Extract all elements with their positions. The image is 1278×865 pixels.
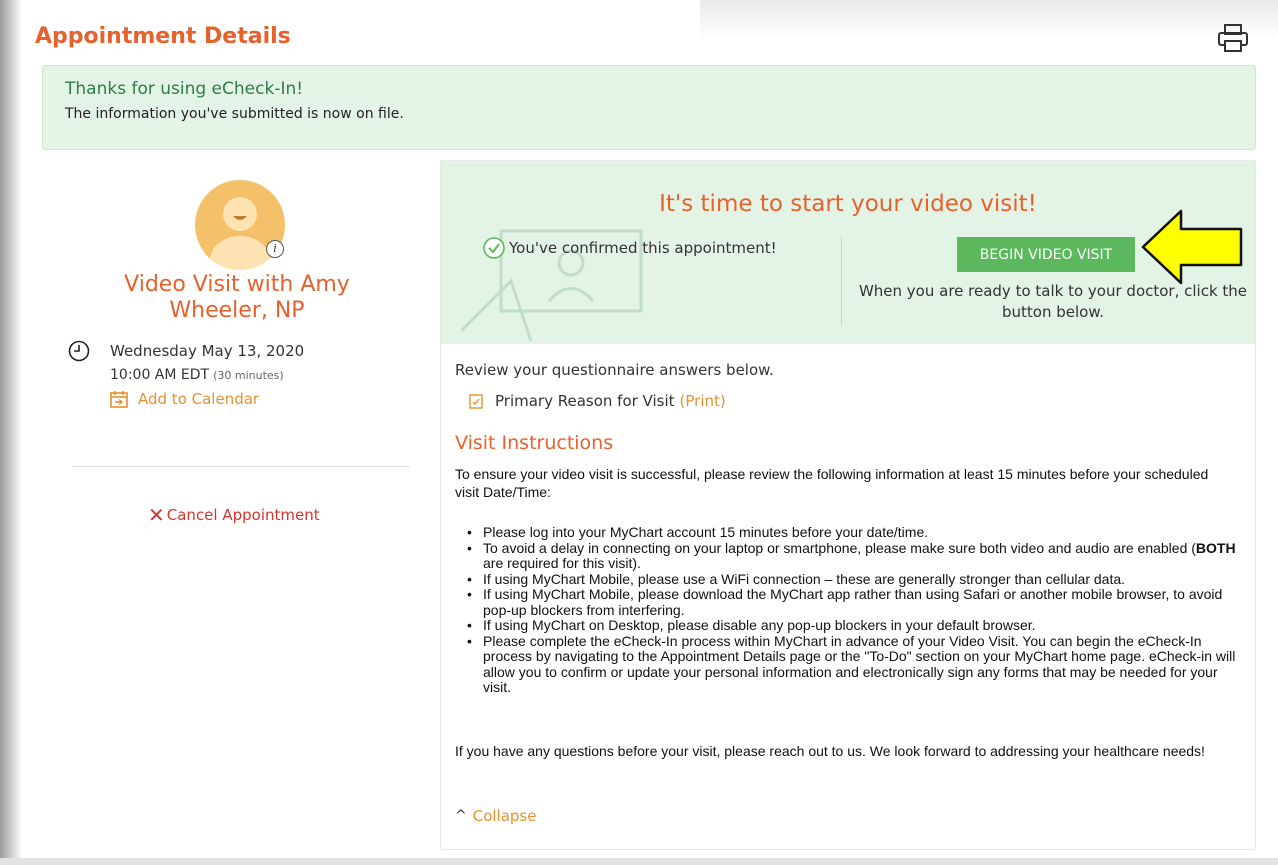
cancel-appointment-link[interactable]: ✕ Cancel Appointment xyxy=(148,503,320,527)
provider-name: Video Visit with Amy Wheeler, NP xyxy=(124,272,350,323)
visit-time-value: 10:00 AM EDT xyxy=(110,367,210,383)
window-edge xyxy=(0,858,1278,865)
cancel-appointment-label: Cancel Appointment xyxy=(166,506,320,524)
visit-date: Wednesday May 13, 2020 xyxy=(110,342,305,360)
calendar-icon xyxy=(110,390,128,408)
chevron-up-icon: ^ xyxy=(455,808,467,824)
list-item: If using MyChart Mobile, please use a Wi… xyxy=(461,571,1241,588)
instructions-list: Please log into your MyChart account 15 … xyxy=(461,524,1241,696)
instructions-heading: Visit Instructions xyxy=(455,432,614,454)
visit-panel: It's time to start your video visit! You… xyxy=(440,160,1256,850)
printer-icon[interactable] xyxy=(1215,22,1253,54)
clock-icon xyxy=(68,340,90,362)
add-to-calendar-link[interactable]: Add to Calendar xyxy=(110,390,259,408)
questionnaire-item: Primary Reason for Visit (Print) xyxy=(469,392,726,410)
collapse-label: Collapse xyxy=(472,807,537,825)
questionnaire-print-link[interactable]: (Print) xyxy=(680,392,726,410)
list-item: Please log into your MyChart account 15 … xyxy=(461,524,1241,541)
divider xyxy=(841,237,842,325)
confirmation-status: You've confirmed this appointment! xyxy=(483,237,777,259)
list-item-text: are required for this visit). xyxy=(483,555,641,571)
begin-video-visit-button[interactable]: BEGIN VIDEO VISIT xyxy=(957,237,1135,272)
confirmation-text: You've confirmed this appointment! xyxy=(509,239,777,257)
visit-duration: (30 minutes) xyxy=(213,369,284,382)
banner-text: The information you've submitted is now … xyxy=(65,106,404,122)
banner-title: Thanks for using eCheck-In! xyxy=(65,79,304,99)
check-circle-icon xyxy=(483,237,505,259)
window-shadow xyxy=(700,0,1278,40)
list-item: To avoid a delay in connecting on your l… xyxy=(461,539,1241,572)
list-item-text: To avoid a delay in connecting on your l… xyxy=(483,539,1196,556)
close-icon: ✕ xyxy=(148,503,165,527)
begin-visit-note: When you are ready to talk to your docto… xyxy=(858,282,1248,321)
list-item: Please complete the eCheck-In process wi… xyxy=(461,633,1241,696)
video-visit-heading: It's time to start your video visit! xyxy=(659,191,1037,217)
window-edge xyxy=(0,0,22,865)
questionnaire-label: Primary Reason for Visit xyxy=(495,392,675,410)
add-to-calendar-label: Add to Calendar xyxy=(138,390,260,408)
page-title: Appointment Details xyxy=(35,24,291,49)
divider xyxy=(72,466,410,467)
video-visit-box: It's time to start your video visit! You… xyxy=(441,161,1255,344)
visit-time: 10:00 AM EDT (30 minutes) xyxy=(110,367,284,383)
info-icon[interactable]: i xyxy=(266,240,284,258)
review-questionnaire-text: Review your questionnaire answers below. xyxy=(455,361,774,379)
list-item: If using MyChart Mobile, please download… xyxy=(461,586,1241,618)
appointment-summary: i Video Visit with Amy Wheeler, NP Wedne… xyxy=(42,160,424,850)
instructions-outro: If you have any questions before your vi… xyxy=(455,743,1205,759)
arrow-pointer-icon xyxy=(1141,209,1245,285)
list-item-emphasis: BOTH xyxy=(1195,539,1236,556)
echeckin-banner: Thanks for using eCheck-In! The informat… xyxy=(42,65,1256,150)
list-item: If using MyChart on Desktop, please disa… xyxy=(461,617,1241,634)
checklist-icon xyxy=(469,393,483,409)
collapse-link[interactable]: ^ Collapse xyxy=(455,807,536,825)
instructions-intro: To ensure your video visit is successful… xyxy=(455,466,1209,500)
